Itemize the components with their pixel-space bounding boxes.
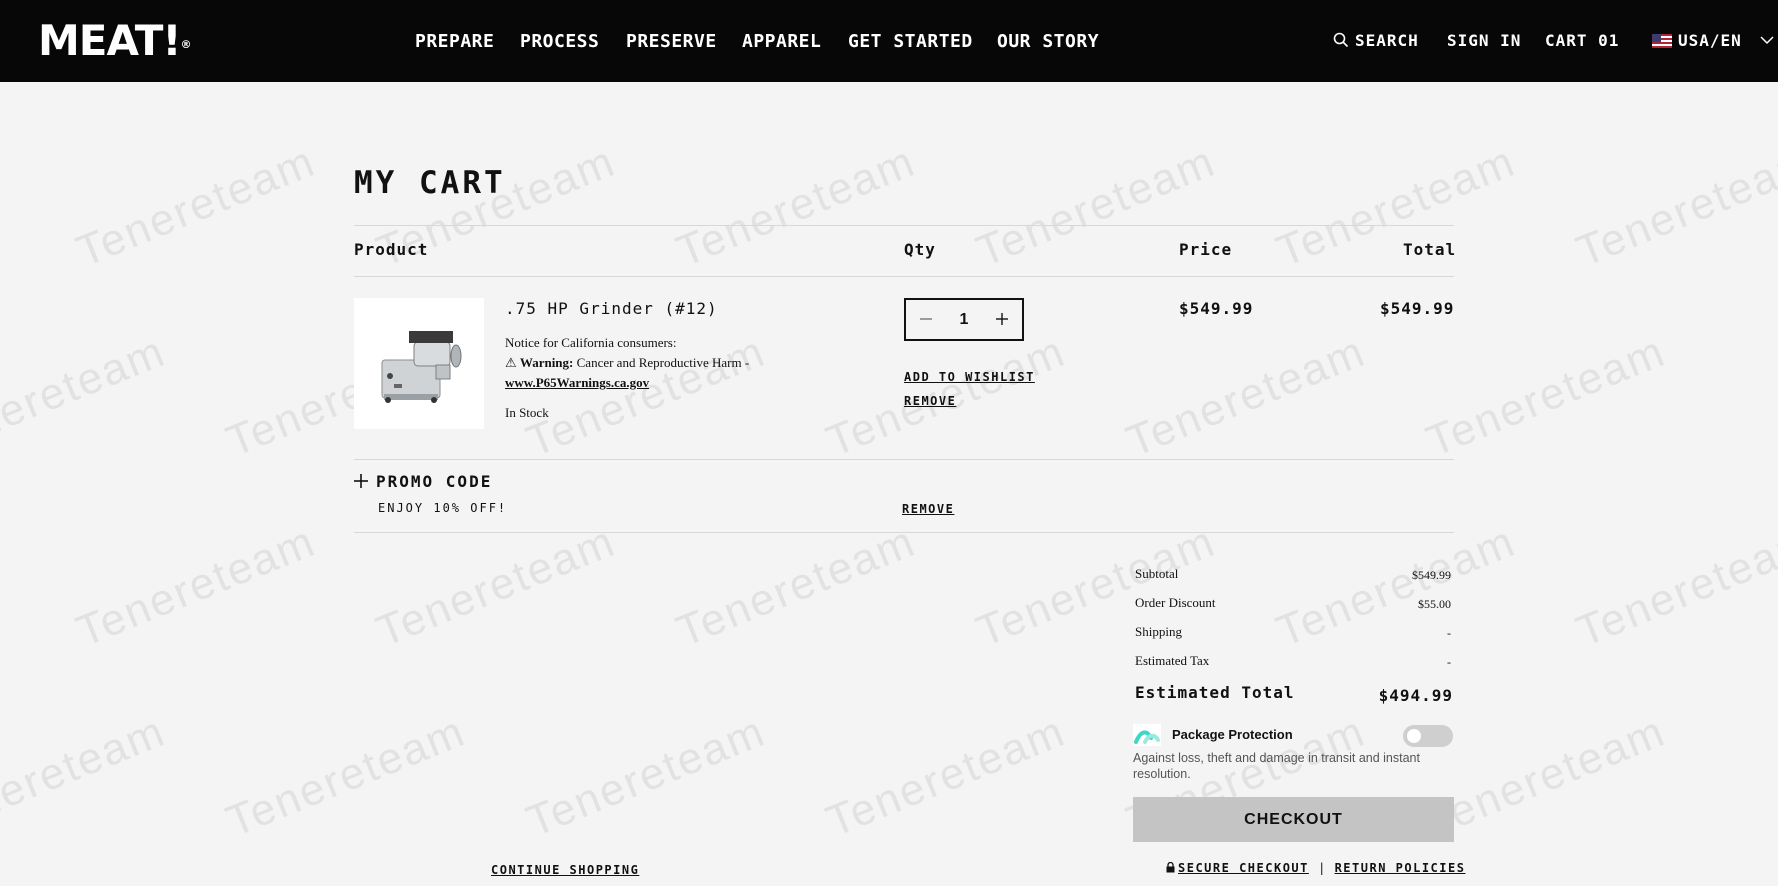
column-header-total: Total — [1403, 240, 1457, 259]
nav-preserve[interactable]: PRESERVE — [626, 31, 717, 52]
divider — [354, 532, 1454, 533]
watermark-text: Tenereteam — [1269, 136, 1523, 277]
tax-value: - — [1447, 655, 1451, 669]
cart-link[interactable]: CART 01 — [1545, 31, 1619, 50]
package-protection-icon — [1133, 724, 1161, 746]
top-navigation-bar: MEAT!® PREPARE PROCESS PRESERVE APPAREL … — [0, 0, 1778, 82]
watermark-text: Tenereteam — [969, 516, 1223, 657]
decrease-quantity-button[interactable] — [906, 300, 946, 339]
p65-warnings-link[interactable]: www.P65Warnings.ca.gov — [505, 375, 649, 390]
warning-line: ⚠ Warning: Cancer and Reproductive Harm … — [505, 353, 749, 373]
warning-text: Cancer and Reproductive Harm - — [576, 355, 750, 370]
continue-shopping-link[interactable]: CONTINUE SHOPPING — [491, 863, 639, 877]
locale-label: USA/EN — [1678, 31, 1742, 50]
prop65-notice: Notice for California consumers: ⚠ Warni… — [505, 333, 749, 393]
add-to-wishlist-link[interactable]: ADD TO WISHLIST — [904, 370, 1035, 384]
watermark-text: Tenereteam — [1419, 326, 1673, 467]
quantity-stepper: 1 — [904, 298, 1024, 341]
nav-apparel[interactable]: APPAREL — [742, 31, 821, 52]
watermark-text: Tenereteam — [0, 706, 173, 847]
watermark-text: Tenereteam — [1569, 516, 1778, 657]
column-header-price: Price — [1179, 240, 1233, 259]
notice-heading: Notice for California consumers: — [505, 335, 677, 350]
remove-item-link[interactable]: REMOVE — [904, 394, 956, 408]
subtotal-label: Subtotal — [1135, 566, 1179, 581]
secure-checkout-row: SECURE CHECKOUT | RETURN POLICIES — [1166, 861, 1465, 875]
remove-promo-link[interactable]: REMOVE — [902, 502, 954, 516]
plus-icon — [354, 474, 368, 488]
shipping-label: Shipping — [1135, 624, 1182, 639]
promo-code-label: PROMO CODE — [376, 472, 493, 491]
product-name[interactable]: .75 HP Grinder (#12) — [505, 299, 718, 318]
watermark-text: Tenereteam — [369, 516, 623, 657]
package-protection-toggle[interactable] — [1403, 725, 1453, 747]
nav-get-started[interactable]: GET STARTED — [848, 31, 973, 52]
nav-our-story[interactable]: OUR STORY — [997, 31, 1099, 52]
column-header-qty: Qty — [904, 240, 936, 259]
shipping-value: - — [1447, 626, 1451, 640]
watermark-text: Tenereteam — [519, 706, 773, 847]
divider — [354, 459, 1454, 460]
nav-prepare[interactable]: PREPARE — [415, 31, 494, 52]
search-icon — [1333, 32, 1349, 48]
discount-value: $55.00 — [1418, 597, 1451, 611]
us-flag-icon — [1652, 34, 1672, 48]
watermark-layer: Tenereteam Tenereteam Tenereteam Teneret… — [0, 82, 1778, 886]
sign-in-link[interactable]: SIGN IN — [1447, 31, 1521, 50]
checkout-button[interactable]: CHECKOUT — [1133, 797, 1454, 842]
meat-logo[interactable]: MEAT!® — [38, 18, 192, 64]
increase-quantity-button[interactable] — [982, 300, 1022, 339]
search-label: SEARCH — [1355, 31, 1419, 50]
watermark-text: Tenereteam — [819, 706, 1073, 847]
watermark-text: Tenereteam — [669, 516, 923, 657]
meat-grinder-image — [381, 331, 462, 403]
locale-selector[interactable]: USA/EN — [1652, 31, 1774, 50]
tax-label: Estimated Tax — [1135, 653, 1210, 668]
watermark-text: Tenereteam — [1269, 516, 1523, 657]
applied-promo: ENJOY 10% OFF! — [378, 501, 508, 515]
item-price: $549.99 — [1179, 299, 1254, 318]
product-thumbnail[interactable] — [354, 298, 484, 429]
warning-triangle-icon: ⚠ — [505, 355, 517, 370]
estimated-total-value: $494.99 — [1378, 686, 1453, 705]
promo-code-toggle[interactable]: PROMO CODE — [354, 472, 492, 491]
column-header-product: Product — [354, 240, 429, 259]
estimated-total-row: Estimated Total $494.99 — [1135, 683, 1453, 705]
return-policies-link[interactable]: RETURN POLICIES — [1335, 861, 1466, 875]
minus-icon — [920, 318, 932, 320]
divider — [354, 225, 1454, 226]
search-link[interactable]: SEARCH — [1333, 31, 1419, 50]
package-protection-title: Package Protection — [1172, 727, 1293, 742]
item-total: $549.99 — [1380, 299, 1455, 318]
watermark-text: Tenereteam — [69, 136, 323, 277]
watermark-text: Tenereteam — [1119, 326, 1373, 467]
quantity-value[interactable]: 1 — [946, 300, 982, 339]
secure-checkout-link[interactable]: SECURE CHECKOUT — [1178, 861, 1309, 875]
warning-label: Warning: — [519, 355, 574, 370]
watermark-text: Tenereteam — [0, 326, 173, 467]
lock-icon — [1166, 861, 1175, 873]
stock-status: In Stock — [505, 405, 549, 420]
watermark-text: Tenereteam — [219, 706, 473, 847]
divider — [354, 276, 1454, 277]
watermark-text: Tenereteam — [69, 516, 323, 657]
chevron-down-icon — [1760, 36, 1774, 45]
estimated-total-label: Estimated Total — [1135, 683, 1295, 702]
watermark-text: Tenereteam — [1569, 136, 1778, 277]
discount-label: Order Discount — [1135, 595, 1216, 610]
watermark-text: Tenereteam — [669, 136, 923, 277]
subtotal-value: $549.99 — [1412, 568, 1451, 582]
separator: | — [1318, 861, 1326, 875]
package-protection-description: Against loss, theft and damage in transi… — [1133, 751, 1420, 781]
page-title: MY CART — [354, 165, 506, 201]
plus-icon — [996, 313, 1008, 325]
nav-process[interactable]: PROCESS — [520, 31, 599, 52]
